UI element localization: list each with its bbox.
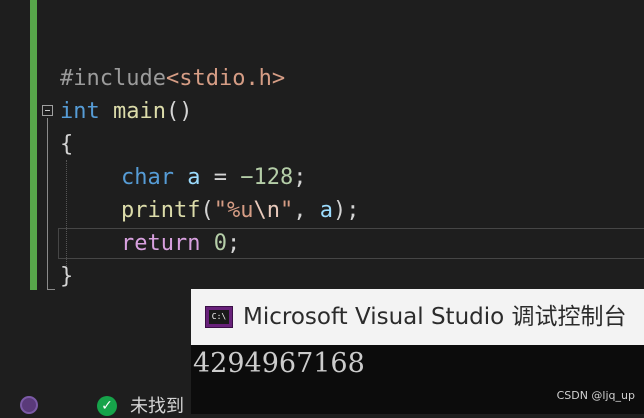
code-line-close-brace[interactable]: }: [60, 261, 73, 293]
code-line-printf[interactable]: printf("%u\n", a);: [121, 195, 359, 227]
assignment-operator: =: [200, 165, 241, 190]
string-literal: "%u: [213, 198, 254, 223]
debug-console-window[interactable]: C:\ Microsoft Visual Studio 调试控制台 429496…: [191, 289, 644, 414]
control-keyword: return: [121, 231, 201, 256]
variable: a: [187, 165, 201, 190]
watermark: CSDN @ljq_up: [556, 389, 635, 402]
close-brace: }: [60, 264, 74, 289]
code-line-include[interactable]: #include<stdio.h>: [60, 63, 285, 95]
number-literal: 0: [213, 231, 227, 256]
code-line-main[interactable]: int main(): [60, 96, 192, 128]
semicolon: ;: [226, 231, 241, 256]
function-name: printf: [121, 198, 201, 223]
code-line-return[interactable]: return 0;: [121, 228, 240, 260]
include-header: <stdio.h>: [165, 66, 286, 91]
console-icon-label: C:\: [209, 310, 229, 324]
parentheses: (): [165, 99, 193, 124]
check-icon[interactable]: ✓: [97, 396, 117, 416]
preprocessor-directive: #include: [60, 66, 166, 91]
keyword: char: [121, 165, 174, 190]
copilot-icon[interactable]: [20, 396, 38, 414]
string-quote: ": [279, 198, 294, 223]
open-brace: {: [60, 132, 74, 157]
console-app-icon: C:\: [205, 306, 233, 328]
collapse-icon[interactable]: [42, 105, 53, 116]
console-titlebar[interactable]: C:\ Microsoft Visual Studio 调试控制台: [191, 289, 644, 345]
code-line-declaration[interactable]: char a = −128;: [121, 162, 306, 194]
console-title: Microsoft Visual Studio 调试控制台: [243, 304, 627, 330]
variable: a: [319, 198, 333, 223]
number-literal: −128: [240, 165, 294, 190]
escape-sequence: \n: [253, 198, 280, 223]
fold-guide-end: [47, 289, 55, 290]
function-name: main: [113, 99, 166, 124]
status-text: 未找到: [130, 396, 184, 417]
keyword: int: [60, 99, 100, 124]
paren-close: );: [332, 198, 360, 223]
console-output: 4294967168: [193, 348, 365, 379]
semicolon: ;: [293, 165, 307, 190]
paren-open: (: [200, 198, 214, 223]
comma: ,: [293, 198, 320, 223]
status-strip: ✓ 未找到: [0, 396, 191, 417]
code-line-open-brace[interactable]: {: [60, 129, 73, 161]
fold-guide-line: [47, 118, 48, 290]
change-indicator-bar: [30, 0, 37, 290]
